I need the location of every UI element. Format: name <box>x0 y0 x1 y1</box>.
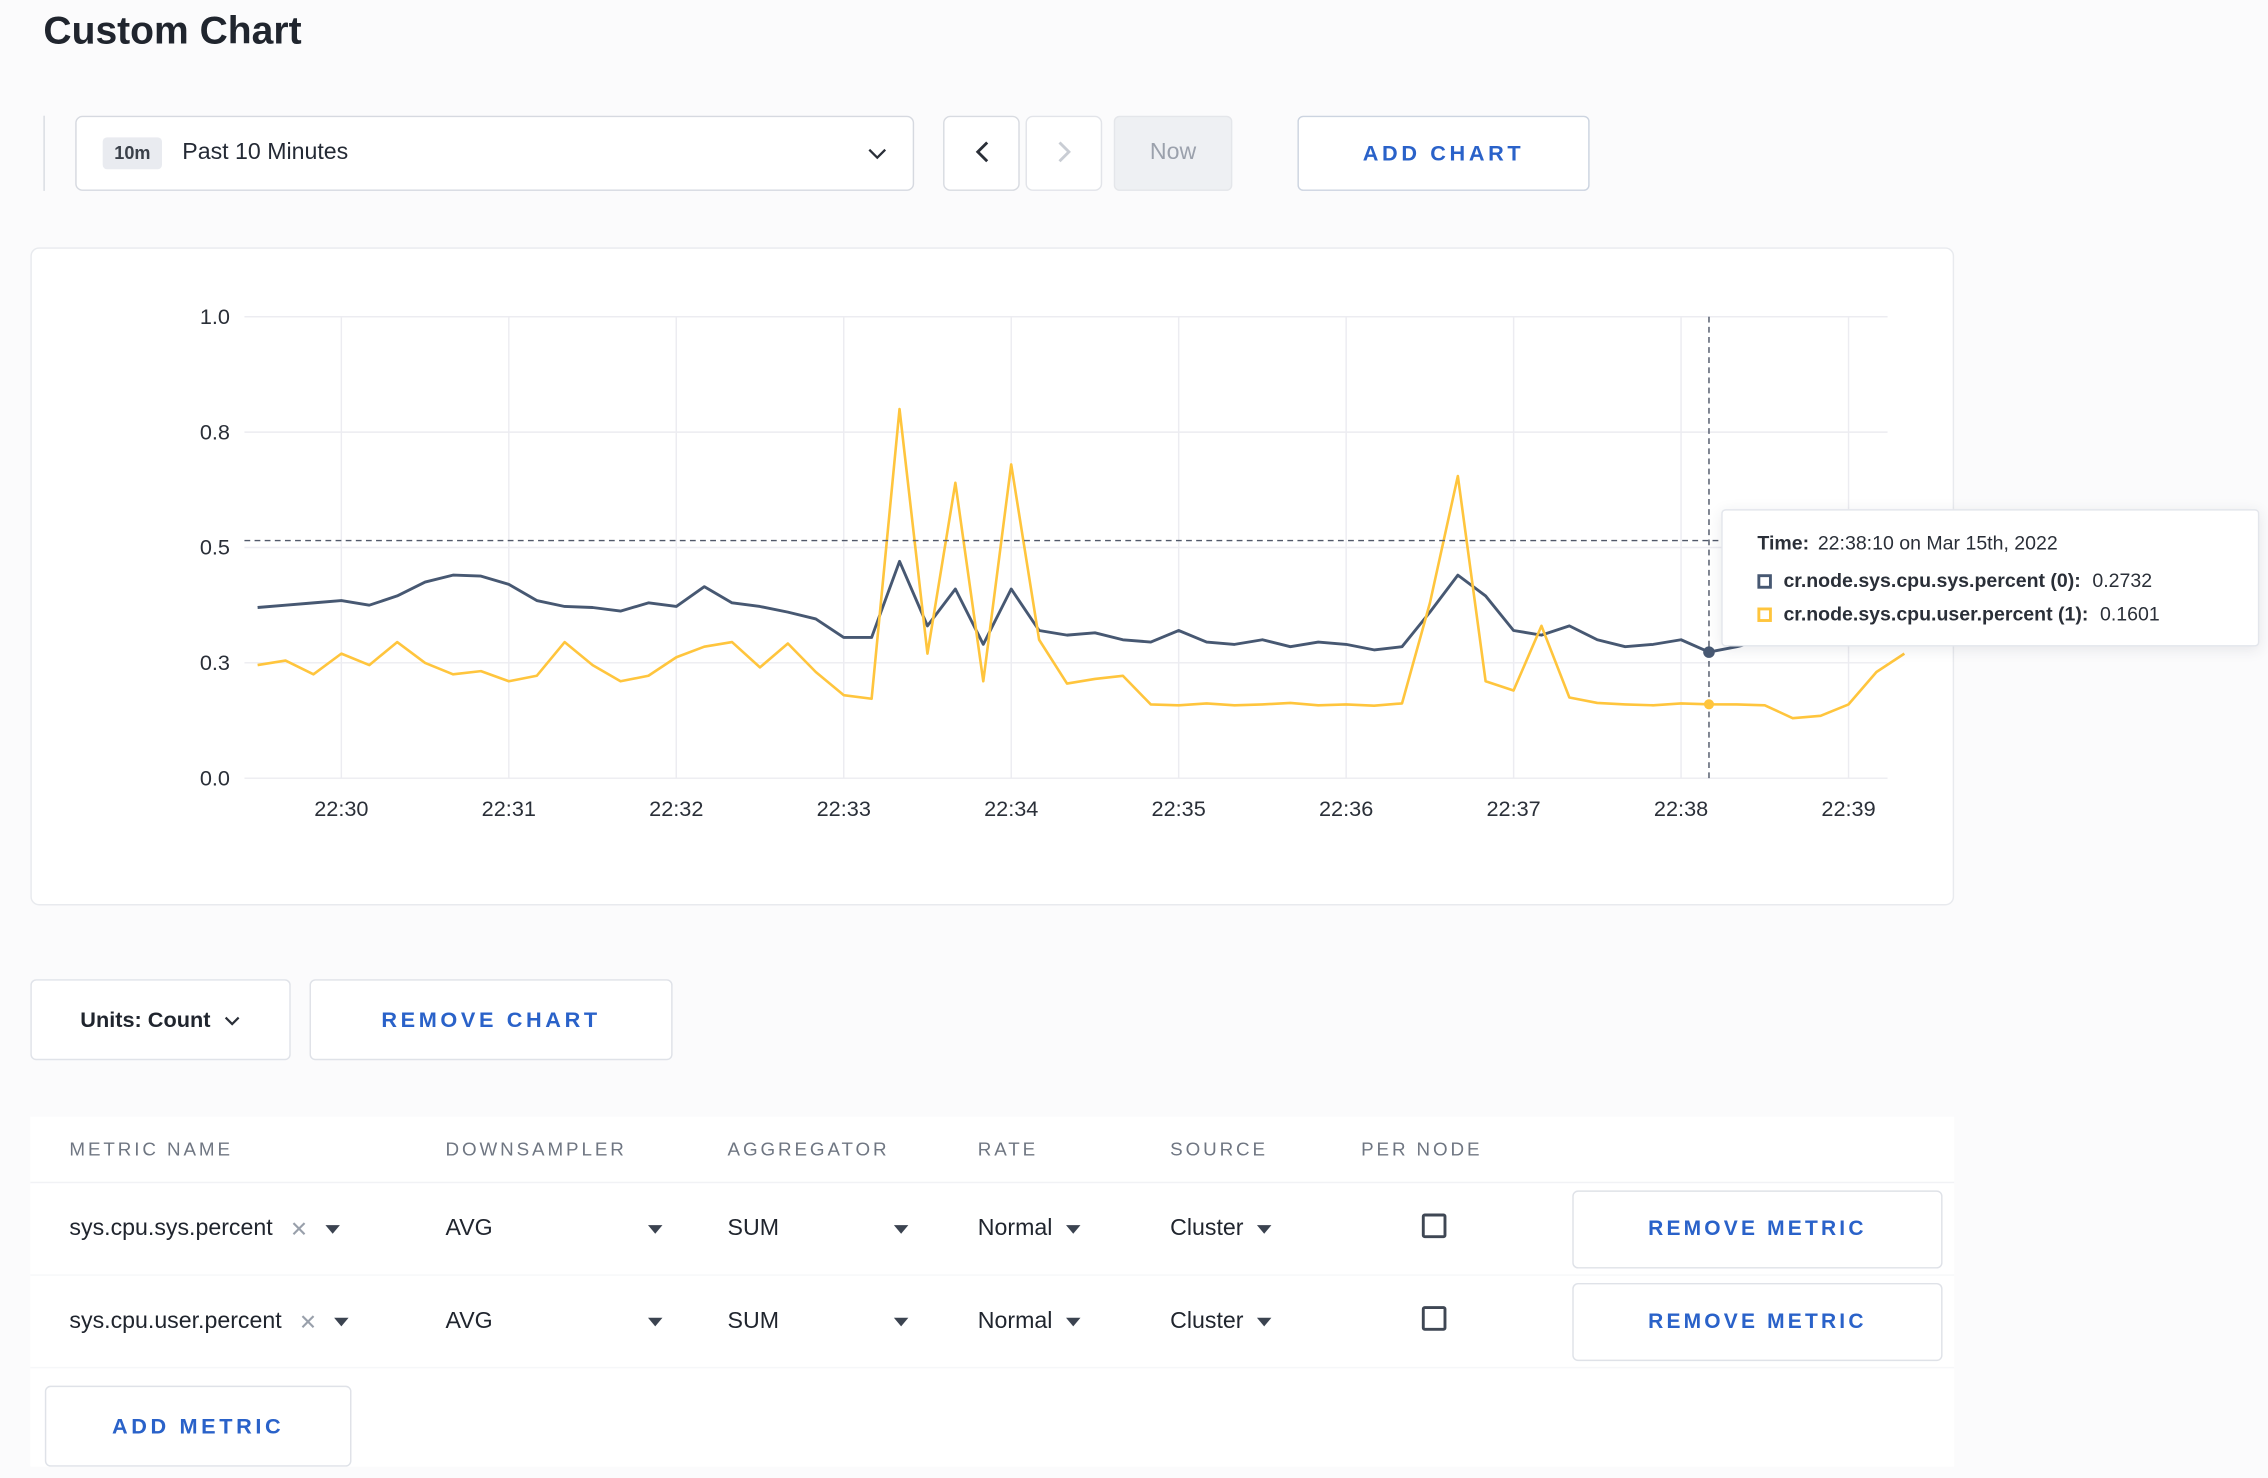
hovered-point-marker <box>1703 646 1715 658</box>
aggregator-value: SUM <box>727 1308 779 1333</box>
tooltip-time-label: Time: <box>1757 532 1810 554</box>
caret-down-icon <box>1256 1224 1271 1234</box>
x-axis-tick-label: 22:33 <box>817 796 871 821</box>
metrics-line-chart[interactable]: 0.0 0.3 0.5 0.8 1.0 22:30 22:31 22:32 22:33 22:34… <box>32 249 1956 907</box>
metrics-table-header: METRIC NAME DOWNSAMPLER AGGREGATOR RATE … <box>30 1117 1955 1184</box>
metric-name-select-row-1[interactable]: sys.cpu.user.percent ✕ <box>69 1308 445 1334</box>
col-header-source: SOURCE <box>1170 1138 1268 1161</box>
caret-down-icon <box>325 1224 341 1234</box>
aggregator-select-row-1[interactable]: SUM <box>728 1308 909 1334</box>
add-metric-button[interactable]: ADD METRIC <box>44 1385 352 1467</box>
remove-metric-button-row-0[interactable]: REMOVE METRIC <box>1572 1189 1943 1268</box>
user-series-swatch-icon <box>1757 606 1772 622</box>
series-line-0 <box>257 559 1905 654</box>
x-axis-tick-label: 22:32 <box>649 796 703 821</box>
custom-chart-page: Custom Chart 10m Past 10 Minutes Now ADD… <box>0 0 2268 1478</box>
x-axis-tick-label: 22:39 <box>1821 796 1875 821</box>
clear-metric-icon[interactable]: ✕ <box>299 1308 317 1335</box>
sys-series-swatch-icon <box>1757 573 1772 588</box>
chevron-down-icon <box>868 147 887 160</box>
source-value: Cluster <box>1170 1308 1244 1333</box>
caret-down-icon <box>1065 1316 1080 1326</box>
downsampler-select-row-0[interactable]: AVG <box>445 1215 663 1242</box>
col-header-aggregator: AGGREGATOR <box>727 1138 890 1161</box>
series-line-1 <box>257 407 1906 720</box>
source-value: Cluster <box>1170 1215 1244 1241</box>
table-row: sys.cpu.sys.percent ✕ AVG SUM Normal Clu… <box>30 1183 1955 1276</box>
chart-tooltip: Time: 22:38:10 on Mar 15th, 2022 cr.node.… <box>1721 509 2260 647</box>
toolbar-divider <box>43 115 45 191</box>
tooltip-series-value: 0.2732 <box>2092 569 2153 592</box>
caret-down-icon <box>1256 1316 1271 1326</box>
time-range-badge: 10m <box>102 137 163 170</box>
next-time-range-button[interactable] <box>1025 115 1103 191</box>
tooltip-series-value: 0.1601 <box>2099 603 2160 625</box>
downsampler-value: AVG <box>445 1308 493 1333</box>
caret-down-icon <box>647 1316 663 1326</box>
page-title: Custom Chart <box>43 8 302 53</box>
y-axis-tick-label: 0.5 <box>200 535 230 560</box>
per-node-checkbox-row-1[interactable] <box>1421 1305 1447 1330</box>
time-range-label: Past 10 Minutes <box>182 140 349 165</box>
aggregator-select-row-0[interactable]: SUM <box>728 1216 909 1242</box>
units-dropdown[interactable]: Units: Count <box>30 979 291 1061</box>
chart-card: 0.0 0.3 0.5 0.8 1.0 22:30 22:31 22:32 22:33 22:34… <box>30 247 1956 907</box>
tooltip-series-row: cr.node.sys.cpu.sys.percent (0): 0.2732 <box>1757 570 2229 592</box>
remove-chart-button[interactable]: REMOVE CHART <box>309 979 673 1061</box>
rate-value: Normal <box>977 1308 1053 1333</box>
x-axis-tick-label: 22:35 <box>1152 796 1206 821</box>
caret-down-icon <box>1065 1224 1080 1234</box>
rate-select-row-0[interactable]: Normal <box>978 1216 1170 1242</box>
metric-name-select-row-0[interactable]: sys.cpu.sys.percent ✕ <box>69 1216 445 1242</box>
units-label: Units: Count <box>80 1007 211 1033</box>
x-axis-tick-label: 22:36 <box>1319 796 1373 821</box>
tooltip-series-label: cr.node.sys.cpu.user.percent (1): <box>1783 603 2089 625</box>
tooltip-series-row: cr.node.sys.cpu.user.percent (1): 0.1601 <box>1757 603 2229 625</box>
add-chart-button[interactable]: ADD CHART <box>1297 115 1590 191</box>
chevron-down-icon <box>225 1007 241 1032</box>
metric-name: sys.cpu.sys.percent <box>69 1215 273 1241</box>
rate-value: Normal <box>977 1215 1053 1241</box>
x-axis-tick-label: 22:30 <box>314 796 368 821</box>
tooltip-time-row: Time: 22:38:10 on Mar 15th, 2022 <box>1757 532 2229 554</box>
tooltip-time-value: 22:38:10 on Mar 15th, 2022 <box>1817 532 2058 554</box>
x-axis-tick-label: 22:38 <box>1654 796 1708 821</box>
col-header-metric-name: METRIC NAME <box>69 1138 233 1161</box>
hovered-point-marker <box>1703 699 1715 710</box>
rate-select-row-1[interactable]: Normal <box>978 1308 1170 1334</box>
toolbar: 10m Past 10 Minutes Now ADD CHART <box>0 115 2268 191</box>
downsampler-value: AVG <box>445 1215 493 1241</box>
caret-down-icon <box>893 1316 909 1326</box>
y-axis-tick-label: 1.0 <box>200 304 230 329</box>
clear-metric-icon[interactable]: ✕ <box>290 1216 308 1242</box>
tooltip-series-label: cr.node.sys.cpu.sys.percent (0): <box>1783 569 2081 592</box>
caret-down-icon <box>334 1316 350 1326</box>
remove-metric-button-row-1[interactable]: REMOVE METRIC <box>1572 1282 1943 1361</box>
metric-name: sys.cpu.user.percent <box>69 1308 282 1333</box>
x-axis-tick-label: 22:34 <box>984 796 1038 821</box>
prev-time-range-button[interactable] <box>943 115 1020 191</box>
per-node-checkbox-row-0[interactable] <box>1421 1212 1447 1238</box>
aggregator-value: SUM <box>727 1215 779 1241</box>
chevron-right-icon <box>1057 140 1071 167</box>
x-axis-tick-label: 22:31 <box>482 796 536 821</box>
caret-down-icon <box>647 1224 663 1234</box>
source-select-row-1[interactable]: Cluster <box>1170 1308 1361 1334</box>
source-select-row-0[interactable]: Cluster <box>1170 1216 1361 1242</box>
col-header-per-node: PER NODE <box>1361 1138 1483 1161</box>
chevron-left-icon <box>974 140 988 167</box>
y-axis-tick-label: 0.8 <box>200 419 230 444</box>
now-button[interactable]: Now <box>1113 115 1233 191</box>
y-axis-tick-label: 0.0 <box>200 765 230 790</box>
time-range-dropdown[interactable]: 10m Past 10 Minutes <box>75 115 915 191</box>
x-axis-tick-label: 22:37 <box>1486 796 1540 821</box>
y-axis-tick-label: 0.3 <box>200 650 230 675</box>
metrics-table: METRIC NAME DOWNSAMPLER AGGREGATOR RATE … <box>30 1116 1955 1467</box>
col-header-rate: RATE <box>977 1138 1039 1161</box>
downsampler-select-row-1[interactable]: AVG <box>445 1308 663 1334</box>
caret-down-icon <box>893 1224 909 1234</box>
table-row: sys.cpu.user.percent ✕ AVG SUM Normal Cl… <box>30 1276 1955 1369</box>
col-header-downsampler: DOWNSAMPLER <box>445 1138 627 1161</box>
